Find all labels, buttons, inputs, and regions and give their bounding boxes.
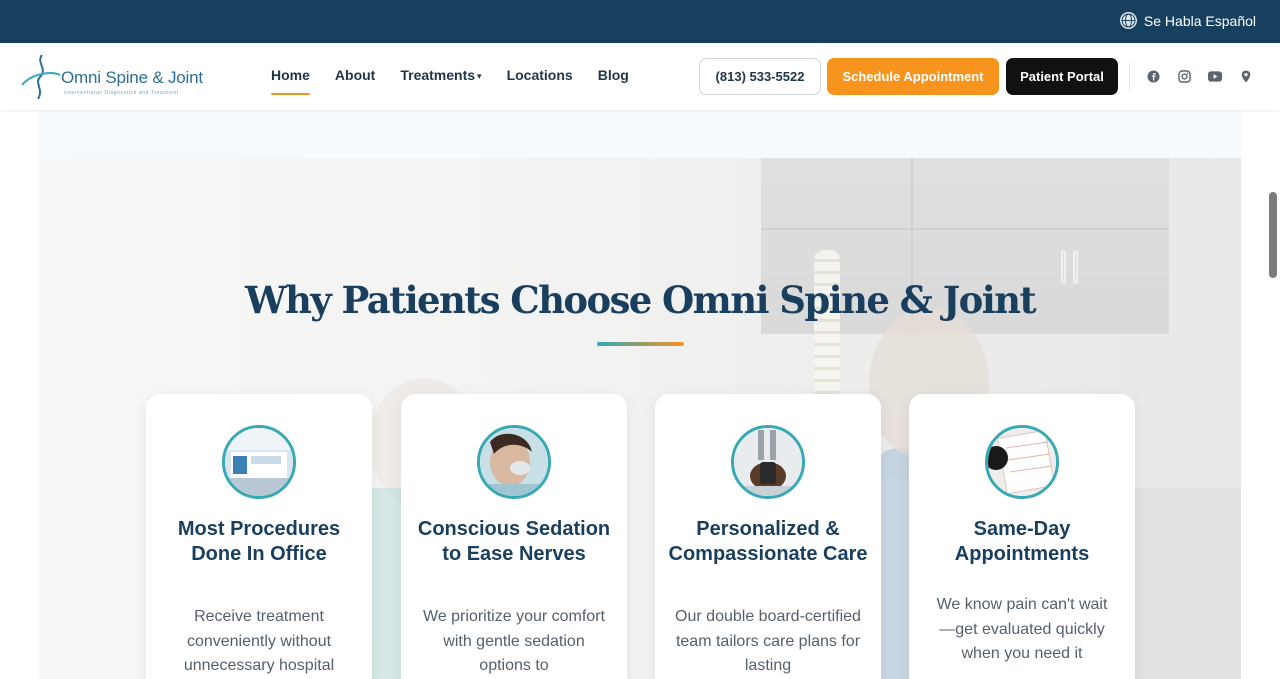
instagram-icon[interactable] — [1177, 69, 1191, 83]
facebook-icon[interactable] — [1146, 69, 1160, 83]
youtube-icon[interactable] — [1208, 69, 1222, 83]
main-nav: Home About Treatments ▾ Locations Blog — [271, 67, 629, 95]
nav-blog[interactable]: Blog — [598, 67, 629, 83]
spine-logo-icon — [21, 54, 61, 100]
title-underline — [597, 342, 684, 346]
card-title: Conscious Sedation to Ease Nerves — [417, 518, 611, 565]
card-text: We know pain can't wait—get evaluated qu… — [936, 596, 1108, 662]
language-link[interactable]: Se Habla Español — [1119, 12, 1256, 29]
calendar-photo-icon — [985, 425, 1059, 499]
feature-card: Conscious Sedation to Ease Nerves We pri… — [401, 394, 627, 679]
section-title: Why Patients Choose Omni Spine & Joint — [245, 278, 1037, 322]
card-title: Personalized & Compassionate Care — [668, 518, 868, 565]
section-band — [39, 110, 1241, 158]
location-pin-icon[interactable] — [1239, 69, 1253, 83]
nav-treatments[interactable]: Treatments ▾ — [400, 67, 481, 83]
header-divider — [1129, 63, 1130, 91]
page-scrollbar[interactable] — [1269, 192, 1277, 278]
chevron-down-icon: ▾ — [477, 70, 482, 81]
nav-locations[interactable]: Locations — [507, 67, 573, 83]
site-header: Omni Spine & Joint Interventional Diagno… — [0, 43, 1280, 110]
card-text: Our double board-certified team tailors … — [675, 608, 861, 674]
feature-card: Most Procedures Done In Office Receive t… — [146, 394, 372, 679]
phone-button[interactable]: (813) 533-5522 — [699, 58, 821, 95]
language-label: Se Habla Español — [1143, 12, 1256, 29]
site-logo[interactable]: Omni Spine & Joint Interventional Diagno… — [18, 53, 208, 101]
card-title: Same-Day Appointments — [954, 518, 1090, 565]
nav-treatments-label: Treatments — [400, 67, 476, 83]
schedule-appointment-button[interactable]: Schedule Appointment — [827, 58, 999, 95]
sedation-photo-icon — [477, 425, 551, 499]
care-photo-icon — [731, 425, 805, 499]
globe-icon — [1119, 12, 1137, 29]
nav-home[interactable]: Home — [271, 67, 310, 95]
top-bar: Se Habla Español — [0, 0, 1280, 43]
card-text: We prioritize your comfort with gentle s… — [423, 608, 605, 674]
logo-tagline: Interventional Diagnostics and Treatment — [64, 90, 179, 96]
feature-card: Same-Day Appointments We know pain can't… — [909, 394, 1135, 679]
patient-portal-button[interactable]: Patient Portal — [1006, 58, 1118, 95]
logo-text: Omni Spine & Joint — [61, 68, 203, 87]
feature-card: Personalized & Compassionate Care Our do… — [655, 394, 881, 679]
card-title: Most Procedures Done In Office — [177, 518, 341, 565]
card-text: Receive treatment conveniently without u… — [183, 608, 335, 674]
office-photo-icon — [222, 425, 296, 499]
nav-about[interactable]: About — [335, 67, 375, 83]
